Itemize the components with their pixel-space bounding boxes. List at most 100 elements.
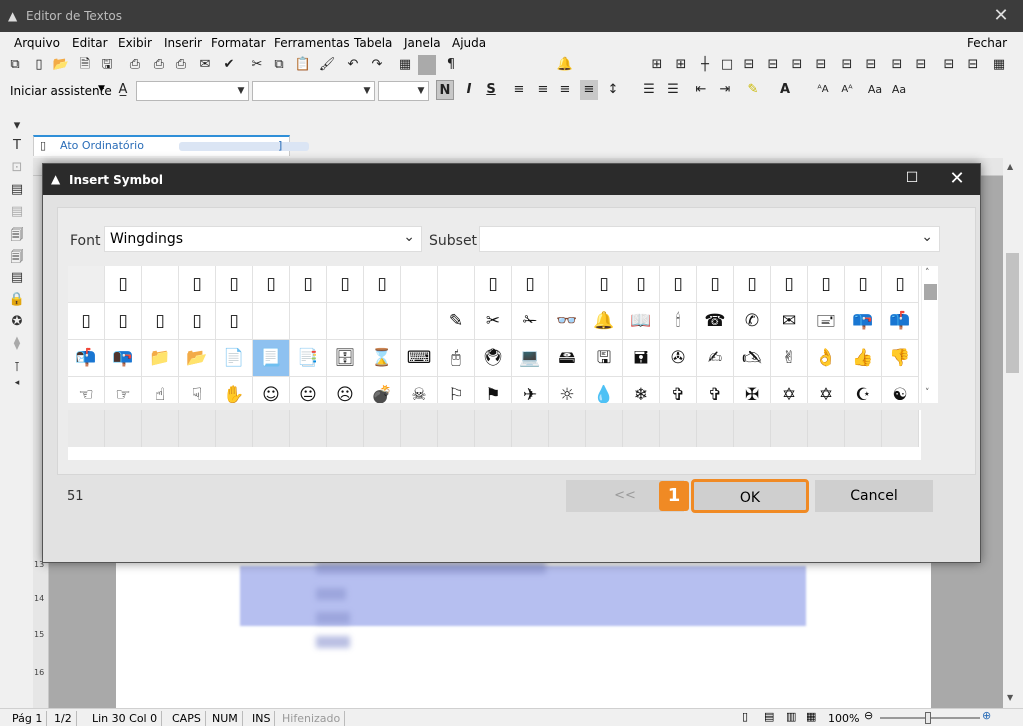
subset-select[interactable]: ⌄ [479,226,940,252]
symbol-cell[interactable]: ⚐ [438,377,475,403]
menu-ferramentas[interactable]: Ferramentas [274,36,350,50]
open-folder-icon[interactable]: 📂 [52,55,70,75]
decrease-indent-icon[interactable]: ⇤ [692,80,710,100]
symbol-cell[interactable]: ✞ [697,377,734,403]
recent-symbol-cell[interactable] [845,410,882,447]
layers-icon[interactable]: ⧫ [8,336,26,354]
recent-symbol-cell[interactable] [697,410,734,447]
symbol-cell[interactable] [438,266,475,303]
copy-icon[interactable]: ⧉ [270,55,288,75]
ok-button[interactable]: OK [691,479,809,513]
symbol-cell[interactable]: 📪 [845,303,882,340]
cut-icon[interactable]: ✂ [248,55,266,75]
menu-editar[interactable]: Editar [72,36,108,50]
style-combo[interactable]: ▼ [136,81,249,101]
symbol-cell[interactable]: 📖 [623,303,660,340]
form-icon[interactable]: ▤ [8,182,26,200]
table-properties-icon[interactable]: ▦ [990,55,1008,75]
menu-janela[interactable]: Janela [404,36,441,50]
recent-symbol-cell[interactable] [734,410,771,447]
table-merge-icon[interactable]: ⊟ [862,55,880,75]
symbol-cell[interactable]: 📄 [216,340,253,377]
symbol-cell[interactable]: ☝ [142,377,179,403]
symbol-cell[interactable] [401,266,438,303]
notification-bell-icon[interactable]: 🔔 [556,55,574,75]
undo-icon[interactable]: ↶ [344,55,362,75]
symbol-cell[interactable]: ▯ [142,303,179,340]
table-top-icon[interactable]: ⊟ [788,55,806,75]
symbol-cell[interactable]: ▯ [253,266,290,303]
symbol-cell[interactable]: ⌨ [401,340,438,377]
symbol-grid[interactable]: ▯ ▯ ▯ ▯ ▯ ▯ ▯ ▯ ▯ ▯ ▯ ▯ ▯ ▯ ▯ ▯ ▯ ▯ ▯ ▯ ▯ ▯ ▯ ✎ ✂ ✁ 👓 🔔 📖 🕯 ☎ ✆ ✉ 🖃 📪 📫 📬 📭 📁 📂… [68,266,921,403]
menu-formatar[interactable]: Formatar [211,36,266,50]
symbol-cell[interactable]: ✍ [697,340,734,377]
close-icon[interactable]: ✕ [945,168,969,192]
recent-symbol-cell[interactable] [105,410,142,447]
symbol-cell[interactable]: ☼ [549,377,586,403]
font-select[interactable]: Wingdings ⌄ [104,226,422,252]
symbol-cell[interactable]: ☠ [401,377,438,403]
symbol-cell[interactable]: ▯ [327,266,364,303]
format-painter-icon[interactable]: 🖌 [318,55,336,75]
symbol-cell[interactable]: 📫 [882,303,919,340]
recent-symbol-cell[interactable] [327,410,364,447]
recent-symbol-cell[interactable] [660,410,697,447]
symbol-cell[interactable]: ❄ [623,377,660,403]
recent-symbol-cell[interactable] [771,410,808,447]
text-tool-icon[interactable]: T [8,138,26,156]
recent-symbol-cell[interactable] [512,410,549,447]
symbol-cell[interactable]: 🔔 [586,303,623,340]
view-book-icon[interactable]: ▦ [806,710,816,723]
align-left-icon[interactable]: ≡ [510,80,528,100]
symbol-cell[interactable]: 📃 [253,340,290,377]
styles-icon[interactable]: A̲ [114,80,132,100]
symbol-cell[interactable]: 👎 [882,340,919,377]
symbol-cell[interactable]: ✠ [734,377,771,403]
assistant-dropdown-icon[interactable]: ▼ [98,84,105,94]
recent-symbol-cell[interactable] [586,410,623,447]
font-name-combo[interactable]: ▼ [252,81,375,101]
symbol-cell[interactable]: ⌛ [364,340,401,377]
footer-icon[interactable]: 🗐 [8,248,26,266]
recent-symbol-cell[interactable] [549,410,586,447]
align-justify-icon[interactable]: ≡ [580,80,598,100]
scrollbar-thumb[interactable] [924,284,937,300]
symbol-cell[interactable]: ✇ [660,340,697,377]
table-split-icon[interactable]: ⊟ [838,55,856,75]
symbol-cell[interactable]: ▯ [697,266,734,303]
symbol-cell[interactable] [327,303,364,340]
symbol-cell[interactable]: 📑 [290,340,327,377]
align-center-icon[interactable]: ≡ [534,80,552,100]
header-icon[interactable]: 🗐 [8,226,26,244]
frame-icon[interactable]: ▤ [8,204,26,222]
table-insert-row-icon[interactable]: ⊟ [888,55,906,75]
symbol-grid-scrollbar[interactable]: ˄ ˅ [921,266,938,403]
symbol-cell[interactable]: 📁 [142,340,179,377]
list-view-icon[interactable]: ▤ [8,270,26,288]
symbol-cell[interactable]: 💧 [586,377,623,403]
table-outer-icon[interactable]: □ [718,55,736,75]
paragraph-marks-icon[interactable]: ¶ [442,55,460,75]
recent-symbol-cell[interactable] [623,410,660,447]
symbol-cell[interactable]: 🖃 [808,303,845,340]
symbol-cell[interactable]: ☞ [105,377,142,403]
symbol-cell[interactable] [364,303,401,340]
start-assistant-button[interactable]: Iniciar assistente [10,84,112,98]
symbol-cell[interactable]: ▯ [845,266,882,303]
insert-field-icon[interactable]: ⊡ [8,160,26,178]
view-two-pages-icon[interactable]: ▥ [786,710,796,723]
symbol-cell[interactable]: ✎ [438,303,475,340]
symbol-cell[interactable]: ☯ [882,377,919,403]
symbol-cell[interactable]: ✉ [771,303,808,340]
clear-format-icon[interactable]: Aa [890,80,908,100]
table-insert-col-icon[interactable]: ⊟ [940,55,958,75]
recent-symbol-cell[interactable] [142,410,179,447]
insert-image-icon[interactable] [418,55,436,75]
zoom-slider-thumb[interactable] [925,712,931,724]
recent-symbol-cell[interactable] [216,410,253,447]
symbol-cell[interactable]: 💣 [364,377,401,403]
numbered-list-icon[interactable]: ☰ [664,80,682,100]
table-delete-row-icon[interactable]: ⊟ [912,55,930,75]
recent-symbol-cell[interactable] [68,410,105,447]
symbol-cell[interactable]: ✁ [512,303,549,340]
